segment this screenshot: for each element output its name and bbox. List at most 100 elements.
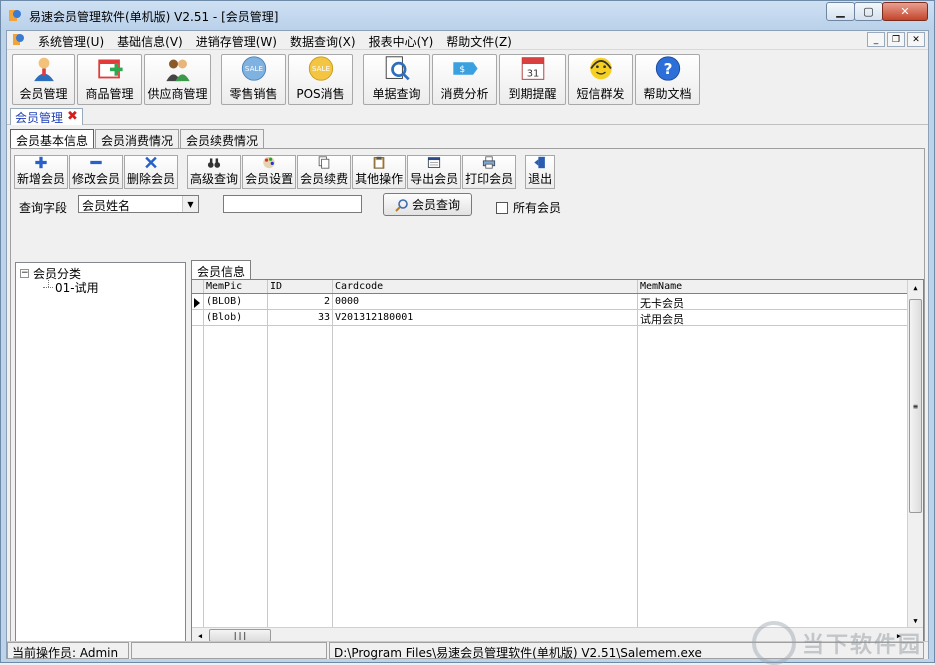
- menu-item-4[interactable]: 报表中心(Y): [369, 33, 434, 50]
- cell-id[interactable]: 2: [268, 295, 333, 309]
- title-bar[interactable]: 易速会员管理软件(单机版) V2.51 - [会员管理] ▁ ▢ ✕: [1, 1, 934, 30]
- price-tag-icon: $: [452, 62, 478, 75]
- toolbar-button-label: 供应商管理: [147, 87, 208, 101]
- plus-icon: [35, 156, 47, 169]
- row-indicator: [192, 311, 204, 325]
- doc-tab-member-management[interactable]: 会员管理 ✖: [10, 108, 83, 125]
- toolbar-button-label: 单据查询: [372, 87, 421, 101]
- column-header-id[interactable]: ID: [268, 280, 333, 293]
- sub-tab-0[interactable]: 会员基本信息: [10, 129, 95, 149]
- toolbar-button-headset[interactable]: 短信群发: [568, 54, 633, 105]
- close-tab-icon[interactable]: ✖: [67, 110, 78, 123]
- menu-item-2[interactable]: 进销存管理(W): [196, 33, 277, 50]
- menu-item-5[interactable]: 帮助文件(Z): [446, 33, 512, 50]
- cell-mempic[interactable]: (BLOB): [204, 295, 268, 309]
- scroll-up-icon[interactable]: ▲: [908, 280, 923, 296]
- cell-id[interactable]: 33: [268, 311, 333, 325]
- toolbar-button-help[interactable]: ? 帮助文档: [635, 54, 700, 105]
- minimize-button[interactable]: ▁: [826, 2, 855, 21]
- toolbar-button-product-calendar[interactable]: 商品管理: [77, 54, 142, 105]
- doc-tab-label: 会员管理: [15, 110, 64, 125]
- mdi-close-button[interactable]: ✕: [907, 32, 925, 47]
- minus-icon: [90, 160, 102, 165]
- cell-cardcode[interactable]: 0000: [333, 295, 638, 309]
- cell-mempic[interactable]: (Blob): [204, 311, 268, 325]
- member-toolbar-label: 其他操作: [355, 172, 404, 186]
- table-row[interactable]: (BLOB) 2 0000 无卡会员: [192, 295, 908, 310]
- calendar-icon: 31: [521, 57, 544, 80]
- printer-icon: [483, 156, 496, 169]
- mdi-minimize-button[interactable]: _: [867, 32, 885, 47]
- minimize-icon: ▁: [836, 5, 845, 18]
- toolbar-button-calendar[interactable]: 31 到期提醒: [499, 54, 566, 105]
- cell-cardcode[interactable]: V201312180001: [333, 311, 638, 325]
- sub-tab-1[interactable]: 会员消费情况: [95, 129, 180, 148]
- grid-column-lines: [192, 294, 908, 627]
- toolbar-button-document-search[interactable]: 单据查询: [363, 54, 430, 105]
- close-button[interactable]: ✕: [882, 2, 928, 21]
- exit-door-icon: [534, 156, 546, 169]
- query-row: 查询字段 会员姓名 ▼ 会员查询 所有会员: [17, 193, 917, 217]
- svg-text:31: 31: [526, 69, 539, 80]
- member-query-button[interactable]: 会员查询: [383, 193, 472, 216]
- sale-badge-icon: SALE: [241, 56, 266, 81]
- member-toolbar-button-cross[interactable]: 删除会员: [124, 155, 179, 189]
- member-toolbar-button-export[interactable]: 导出会员: [407, 155, 462, 189]
- table-row[interactable]: (Blob) 33 V201312180001 试用会员: [192, 311, 908, 326]
- mdi-restore-button[interactable]: ❐: [887, 32, 905, 47]
- menu-item-3[interactable]: 数据查询(X): [290, 33, 356, 50]
- column-header-memname[interactable]: MemName: [638, 280, 908, 293]
- toolbar-button-label: POS消售: [296, 87, 345, 101]
- maximize-button[interactable]: ▢: [854, 2, 883, 21]
- row-indicator-header: [192, 280, 204, 293]
- cell-memname[interactable]: 无卡会员: [638, 295, 908, 309]
- svg-text:SALE: SALE: [244, 64, 263, 73]
- member-toolbar-button-plus[interactable]: 新增会员: [14, 155, 69, 189]
- member-toolbar-label: 删除会员: [127, 172, 176, 186]
- member-toolbar-button-exit-door[interactable]: 退出: [525, 155, 556, 189]
- tree-collapse-icon[interactable]: −: [20, 269, 29, 278]
- toolbar-button-pos-sale[interactable]: SALE POS消售: [288, 54, 353, 105]
- toolbar-button-sale-badge[interactable]: SALE 零售销售: [221, 54, 286, 105]
- menu-item-0[interactable]: 系统管理(U): [38, 33, 104, 50]
- status-operator: 当前操作员: Admin: [7, 642, 129, 660]
- watermark-logo-icon: [752, 621, 796, 665]
- supplier-icon: [165, 59, 190, 82]
- toolbar-button-label: 会员管理: [19, 87, 68, 101]
- tree-node-trial[interactable]: 01-试用: [43, 279, 99, 296]
- member-toolbar: 新增会员 修改会员 删除会员 高级查询 会员设置 会员续费 其他操作 导出会员 打印会员 退出: [14, 155, 556, 189]
- tab-member-info[interactable]: 会员信息: [191, 260, 252, 280]
- member-basic-info-panel: 新增会员 修改会员 删除会员 高级查询 会员设置 会员续费 其他操作 导出会员 打印会员 退出 查…: [10, 148, 925, 644]
- member-toolbar-button-minus[interactable]: 修改会员: [69, 155, 124, 189]
- member-toolbar-button-binoculars[interactable]: 高级查询: [187, 155, 242, 189]
- sub-tab-strip: 会员基本信息 会员消费情况 会员续费情况: [10, 129, 265, 149]
- svg-text:?: ?: [663, 60, 672, 78]
- export-icon: [428, 157, 441, 168]
- cell-memname[interactable]: 试用会员: [638, 311, 908, 325]
- member-toolbar-button-copy[interactable]: 会员续费: [297, 155, 352, 189]
- maximize-icon: ▢: [863, 5, 874, 18]
- vertical-scrollbar[interactable]: ▲ ≡ ▼: [907, 280, 923, 629]
- binoculars-icon: [207, 158, 221, 168]
- query-field-select[interactable]: 会员姓名 ▼: [78, 195, 199, 213]
- palette-icon: [263, 156, 275, 169]
- column-header-cardcode[interactable]: Cardcode: [333, 280, 638, 293]
- mdi-app-icon[interactable]: [12, 33, 25, 47]
- close-icon: ✕: [900, 5, 910, 18]
- toolbar-button-member[interactable]: 会员管理: [12, 54, 75, 105]
- query-input[interactable]: [223, 195, 362, 213]
- dropdown-arrow-icon[interactable]: ▼: [182, 196, 198, 212]
- member-toolbar-button-printer[interactable]: 打印会员: [462, 155, 517, 189]
- member-toolbar-button-clipboard[interactable]: 其他操作: [352, 155, 407, 189]
- vertical-scroll-thumb[interactable]: ≡: [909, 299, 922, 513]
- toolbar-button-label: 消费分析: [440, 87, 489, 101]
- clipboard-icon: [373, 156, 385, 169]
- all-members-checkbox[interactable]: 所有会员: [496, 199, 561, 216]
- column-header-mempic[interactable]: MemPic: [204, 280, 268, 293]
- toolbar-button-supplier[interactable]: 供应商管理: [144, 54, 211, 105]
- checkbox-box[interactable]: [496, 201, 508, 214]
- sub-tab-2[interactable]: 会员续费情况: [180, 129, 265, 148]
- member-toolbar-button-palette[interactable]: 会员设置: [242, 155, 297, 189]
- toolbar-button-price-tag[interactable]: $ 消费分析: [432, 54, 497, 105]
- menu-item-1[interactable]: 基础信息(V): [117, 33, 183, 50]
